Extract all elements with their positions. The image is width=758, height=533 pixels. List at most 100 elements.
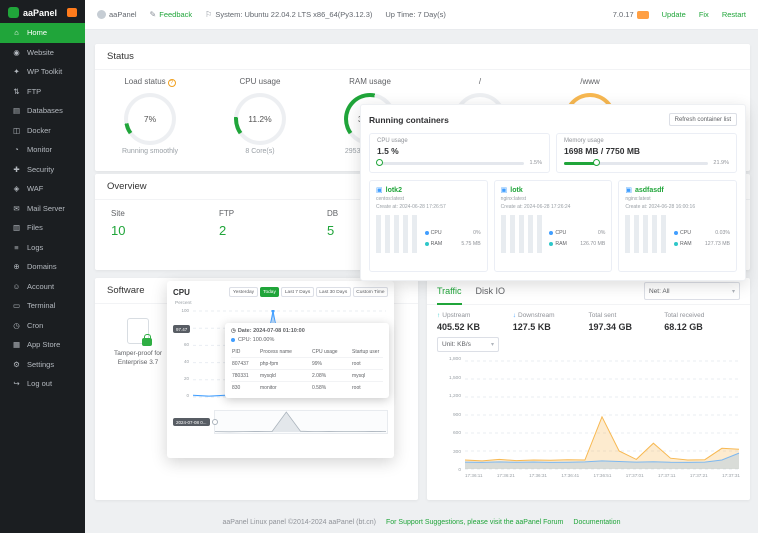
containers-list: ▣ lotk2 centos:latest Create at: 2024-06-28…	[369, 180, 738, 272]
documentation-link[interactable]: Documentation	[573, 519, 620, 526]
stat-total-sent: Total sent 197.34 GB	[589, 312, 665, 332]
sidebar-item-security[interactable]: ✚ Security	[0, 160, 85, 180]
update-link[interactable]: Update	[662, 10, 686, 19]
system-info: ⚐ System: Ubuntu 22.04.2 LTS x86_64(Py3.…	[205, 10, 372, 19]
x-tick: 17:36:51	[593, 473, 612, 478]
cpu-range-tab-last-7-days[interactable]: Last 7 Days	[281, 287, 314, 297]
container-name[interactable]: asdfasdf	[635, 187, 664, 194]
sidebar-item-settings[interactable]: ⚙ Settings	[0, 355, 85, 375]
sidebar-item-label: Settings	[27, 359, 55, 369]
datazoom-brush[interactable]	[211, 410, 388, 434]
containers-cpu-slider[interactable]: 1.5%	[376, 159, 542, 166]
software-item-tamper-proof[interactable]: Tamper-proof for Enterprise 3.7	[101, 304, 175, 368]
databases-icon: ▤	[12, 106, 21, 116]
datazoom-mini-chart	[214, 411, 387, 433]
restart-link[interactable]: Restart	[722, 10, 746, 19]
y-tick: 0	[458, 468, 461, 473]
y-tick: 1,200	[448, 394, 461, 399]
datazoom-top-handle[interactable]: 97.47	[173, 325, 191, 333]
sidebar-item-website[interactable]: ◉ Website	[0, 43, 85, 63]
process-row: 830 monitor 0.58% root	[231, 381, 383, 393]
sidebar-item-log-out[interactable]: ↪ Log out	[0, 374, 85, 394]
brush-handle-icon[interactable]	[211, 419, 218, 425]
slider-handle[interactable]	[592, 159, 600, 166]
gauge-value: 7%	[143, 114, 157, 124]
slider-handle[interactable]	[376, 159, 384, 166]
sidebar-item-domains[interactable]: ⊕ Domains	[0, 257, 85, 277]
datazoom-date-handle[interactable]: 2024-07-08 0...	[173, 418, 210, 426]
gauge-load-status: Load status? 7% Running smoothly	[95, 77, 205, 155]
containers-memory-percent: 21.9%	[713, 160, 729, 166]
sidebar-item-mail-server[interactable]: ✉ Mail Server	[0, 199, 85, 219]
sidebar-item-app-store[interactable]: ▦ App Store	[0, 335, 85, 355]
fix-link[interactable]: Fix	[699, 10, 709, 19]
gauge-label: Load status?	[95, 77, 205, 90]
container-ram: 127.73 MB	[704, 241, 731, 247]
overview-label: FTP	[219, 209, 235, 218]
sidebar-item-cron[interactable]: ◷ Cron	[0, 316, 85, 336]
cpu-range-tab-last-30-days[interactable]: Last 30 Days	[315, 287, 351, 297]
forum-link[interactable]: For Support Suggestions, please visit th…	[386, 519, 563, 526]
logs-icon: ≡	[14, 242, 19, 252]
sidebar-item-docker[interactable]: ◫ Docker	[0, 121, 85, 141]
containers-memory-slider[interactable]: 21.9%	[564, 159, 729, 166]
tooltip-col-pid: PID	[232, 348, 241, 355]
container-name[interactable]: lotk	[510, 187, 522, 194]
container-name[interactable]: lotk2	[386, 187, 402, 194]
sidebar-item-ftp[interactable]: ⇅ FTP	[0, 82, 85, 102]
x-tick: 17:36:31	[529, 473, 547, 478]
y-tick: 20	[183, 376, 189, 381]
sidebar-item-label: Docker	[27, 125, 51, 135]
aapanel-logo[interactable]: aaPanel	[0, 0, 85, 23]
cpu-range-tab-yesterday[interactable]: Yesterday	[229, 287, 258, 297]
sidebar-item-label: Files	[27, 223, 43, 233]
chevron-down-icon: ▾	[731, 288, 735, 295]
overview-value[interactable]: 2	[219, 223, 311, 238]
sidebar-item-label: Domains	[27, 262, 57, 272]
sidebar-item-home[interactable]: ⌂ Home	[0, 23, 85, 43]
sidebar-item-databases[interactable]: ▤ Databases	[0, 101, 85, 121]
overview-value[interactable]: 10	[111, 223, 203, 238]
help-icon[interactable]: ?	[167, 79, 176, 87]
sidebar-item-wp-toolkit[interactable]: ✦ WP Toolkit	[0, 62, 85, 82]
sidebar-item-monitor[interactable]: ◔ Monitor	[0, 140, 85, 160]
process-cell: php-fpm	[260, 360, 279, 367]
feedback-link[interactable]: ✎ Feedback	[150, 10, 193, 19]
cpu-y-axis: 100806040200	[173, 308, 189, 398]
domains-icon: ⊕	[13, 262, 20, 272]
tab-traffic[interactable]: Traffic	[437, 278, 462, 305]
cpu-range-tab-custom-time[interactable]: Custom Time	[352, 287, 388, 297]
net-select[interactable]: Net: All ▾	[644, 282, 740, 300]
account-icon: ☺	[12, 281, 21, 291]
panel-user[interactable]: aaPanel	[97, 10, 137, 19]
cpu-range-tab-today[interactable]: Today	[259, 287, 280, 297]
sidebar-item-waf[interactable]: ◈ WAF	[0, 179, 85, 199]
sidebar-item-label: Mail Server	[27, 203, 65, 213]
refresh-container-list-button[interactable]: Refresh container list	[668, 113, 737, 126]
sidebar-item-label: Security	[27, 164, 55, 174]
container-usage-chart	[500, 215, 546, 253]
stat-value: 405.52 KB	[437, 322, 481, 332]
version-number: 7.0.17	[612, 10, 634, 19]
traffic-tabs-row: Traffic Disk IO Net: All ▾	[427, 278, 750, 305]
container-icon: ▣	[500, 187, 508, 194]
tooltip-date: ◷ Date: 2024-07-08 01:10:00	[231, 328, 305, 334]
sidebar-item-terminal[interactable]: ▭ Terminal	[0, 296, 85, 316]
sidebar-item-logs[interactable]: ≡ Logs	[0, 238, 85, 258]
tab-disk-io[interactable]: Disk IO	[476, 278, 506, 305]
user-icon	[97, 10, 106, 19]
y-tick: 600	[452, 431, 461, 436]
y-tick: 900	[452, 412, 461, 418]
unit-select[interactable]: Unit: KB/s ▾	[437, 337, 499, 352]
sidebar-item-label: Cron	[27, 320, 44, 330]
traffic-chart-plot	[464, 360, 740, 470]
sidebar-item-files[interactable]: ▥ Files	[0, 218, 85, 238]
containers-memory-value: 1698 MB / 7750 MB	[564, 146, 641, 156]
process-cell: root	[352, 360, 361, 367]
containers-cpu-box: CPU usage 1.5 % 1.5%	[369, 133, 550, 173]
stat-value: 127.5 KB	[512, 322, 551, 332]
slider-track[interactable]	[564, 159, 709, 166]
sidebar-item-account[interactable]: ☺ Account	[0, 277, 85, 297]
slider-track[interactable]	[376, 159, 525, 166]
net-select-value: Net: All	[649, 287, 670, 295]
